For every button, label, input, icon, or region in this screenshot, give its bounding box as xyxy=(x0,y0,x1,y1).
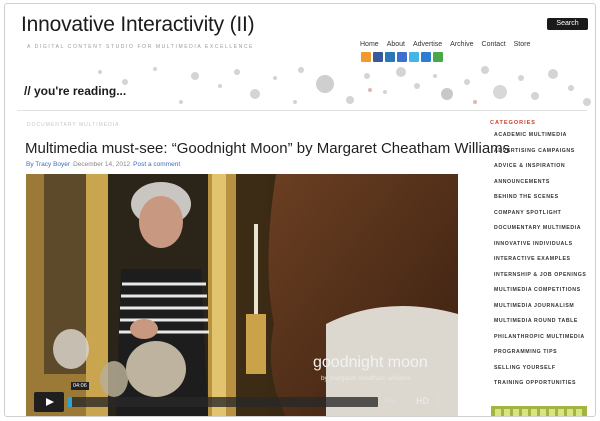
nav-item-advertise[interactable]: Advertise xyxy=(413,41,442,48)
video-controls: 04:06 IIIIIIII HD ⛶ xyxy=(34,382,452,412)
email-icon[interactable] xyxy=(433,52,443,62)
video-time: 04:06 xyxy=(71,382,89,390)
hd-button[interactable]: HD xyxy=(416,396,429,406)
progress-fill xyxy=(68,397,72,407)
category-item[interactable]: Training Opportunities xyxy=(494,380,586,396)
search-button[interactable]: Search xyxy=(547,18,588,30)
rss-icon[interactable] xyxy=(361,52,371,62)
nav-item-archive[interactable]: Archive xyxy=(450,41,473,48)
site-title[interactable]: Innovative Interactivity (II) xyxy=(21,13,255,37)
comment-link[interactable]: Post a comment xyxy=(133,161,180,168)
category-item[interactable]: Programming Tips xyxy=(494,349,586,365)
site-tagline: A digital content studio for multimedia … xyxy=(27,44,255,50)
post-meta: By Tracy Boyer December 14, 2012 Post a … xyxy=(26,161,180,168)
browser-frame: Innovative Interactivity (II) A digital … xyxy=(4,3,596,417)
category-item[interactable]: Internship & Job Openings xyxy=(494,272,586,288)
category-list: Academic Multimedia Advertising Campaigns… xyxy=(494,132,586,396)
delicious-icon[interactable] xyxy=(397,52,407,62)
category-item[interactable]: Advertising Campaigns xyxy=(494,148,586,164)
flickr-icon[interactable] xyxy=(421,52,431,62)
progress-bar[interactable] xyxy=(68,397,378,407)
category-item[interactable]: Announcements xyxy=(494,179,586,195)
facebook-icon[interactable] xyxy=(373,52,383,62)
fullscreen-icon[interactable]: ⛶ xyxy=(438,396,444,406)
category-item[interactable]: Documentary Multimedia xyxy=(494,225,586,241)
nav-item-about[interactable]: About xyxy=(387,41,405,48)
video-title: goodnight moon xyxy=(313,354,428,371)
post-date: December 14, 2012 xyxy=(73,161,131,168)
post-author[interactable]: By Tracy Boyer xyxy=(26,161,70,168)
category-item[interactable]: Selling Yourself xyxy=(494,365,586,381)
nav-item-contact[interactable]: Contact xyxy=(482,41,506,48)
nav-item-home[interactable]: Home xyxy=(360,41,379,48)
social-icons xyxy=(361,52,443,62)
post-title[interactable]: Multimedia must-see: “Goodnight Moon” by… xyxy=(25,140,510,157)
category-item[interactable]: Interactive Examples xyxy=(494,256,586,272)
category-item[interactable]: Behind the Scenes xyxy=(494,194,586,210)
video-player[interactable]: goodnight moon by margaret cheatham will… xyxy=(26,174,458,416)
twitter-icon[interactable] xyxy=(409,52,419,62)
volume-icon[interactable]: IIIIIIII xyxy=(384,398,396,405)
breadcrumb[interactable]: Documentary Multimedia xyxy=(27,122,119,128)
video-subtitle: by margaret cheatham williams xyxy=(321,375,411,382)
sidebar-banner[interactable] xyxy=(491,406,587,416)
header-divider xyxy=(17,110,587,111)
category-item[interactable]: Multimedia Journalism xyxy=(494,303,586,319)
category-item[interactable]: Company Spotlight xyxy=(494,210,586,226)
nav-item-store[interactable]: Store xyxy=(514,41,531,48)
category-item[interactable]: Academic Multimedia xyxy=(494,132,586,148)
top-nav: Home About Advertise Archive Contact Sto… xyxy=(360,41,530,48)
categories-heading: Categories xyxy=(490,120,536,126)
category-item[interactable]: Innovative Individuals xyxy=(494,241,586,257)
category-item[interactable]: Multimedia Competitions xyxy=(494,287,586,303)
category-item[interactable]: Philanthropic Multimedia xyxy=(494,334,586,350)
play-icon[interactable] xyxy=(34,392,64,412)
reading-label: // you're reading... xyxy=(24,84,127,98)
category-item[interactable]: Multimedia Round Table xyxy=(494,318,586,334)
category-item[interactable]: Advice & Inspiration xyxy=(494,163,586,179)
linkedin-icon[interactable] xyxy=(385,52,395,62)
